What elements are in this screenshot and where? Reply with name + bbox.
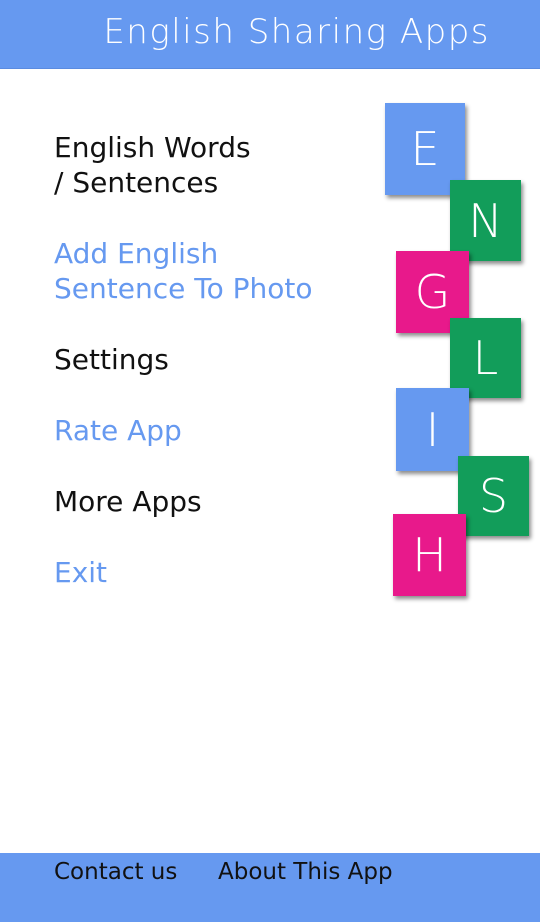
app-header: English Sharing Apps bbox=[0, 0, 540, 69]
logo-tile-h: H bbox=[393, 514, 466, 596]
menu-item-more-apps[interactable]: More Apps bbox=[54, 484, 202, 519]
menu-item-rate-app[interactable]: Rate App bbox=[54, 413, 182, 448]
logo-tile-l: L bbox=[450, 318, 521, 398]
logo-tile-s: S bbox=[458, 456, 529, 536]
menu-item-exit[interactable]: Exit bbox=[54, 555, 107, 590]
app-title: English Sharing Apps bbox=[103, 12, 490, 52]
menu-item-add-sentence-to-photo[interactable]: Add English Sentence To Photo bbox=[54, 236, 312, 306]
menu-item-rate-app-label: Rate App bbox=[54, 414, 182, 447]
menu-item-english-words[interactable]: English Words / Sentences bbox=[54, 130, 251, 200]
contact-us-link[interactable]: Contact us bbox=[54, 859, 177, 885]
menu-item-english-words-line2: / Sentences bbox=[54, 166, 219, 199]
about-app-link[interactable]: About This App bbox=[218, 859, 393, 885]
footer-bar: Contact us About This App bbox=[0, 853, 540, 922]
logo-tile-n: N bbox=[450, 180, 521, 261]
menu-item-exit-label: Exit bbox=[54, 556, 108, 589]
menu-item-more-apps-label: More Apps bbox=[54, 485, 202, 518]
menu-item-settings[interactable]: Settings bbox=[54, 342, 169, 377]
menu-item-settings-label: Settings bbox=[54, 343, 169, 376]
menu-item-add-sentence-line1: Add English bbox=[54, 237, 219, 270]
menu-item-english-words-line1: English Words bbox=[54, 131, 251, 164]
menu-item-add-sentence-line2: Sentence To Photo bbox=[54, 272, 313, 305]
